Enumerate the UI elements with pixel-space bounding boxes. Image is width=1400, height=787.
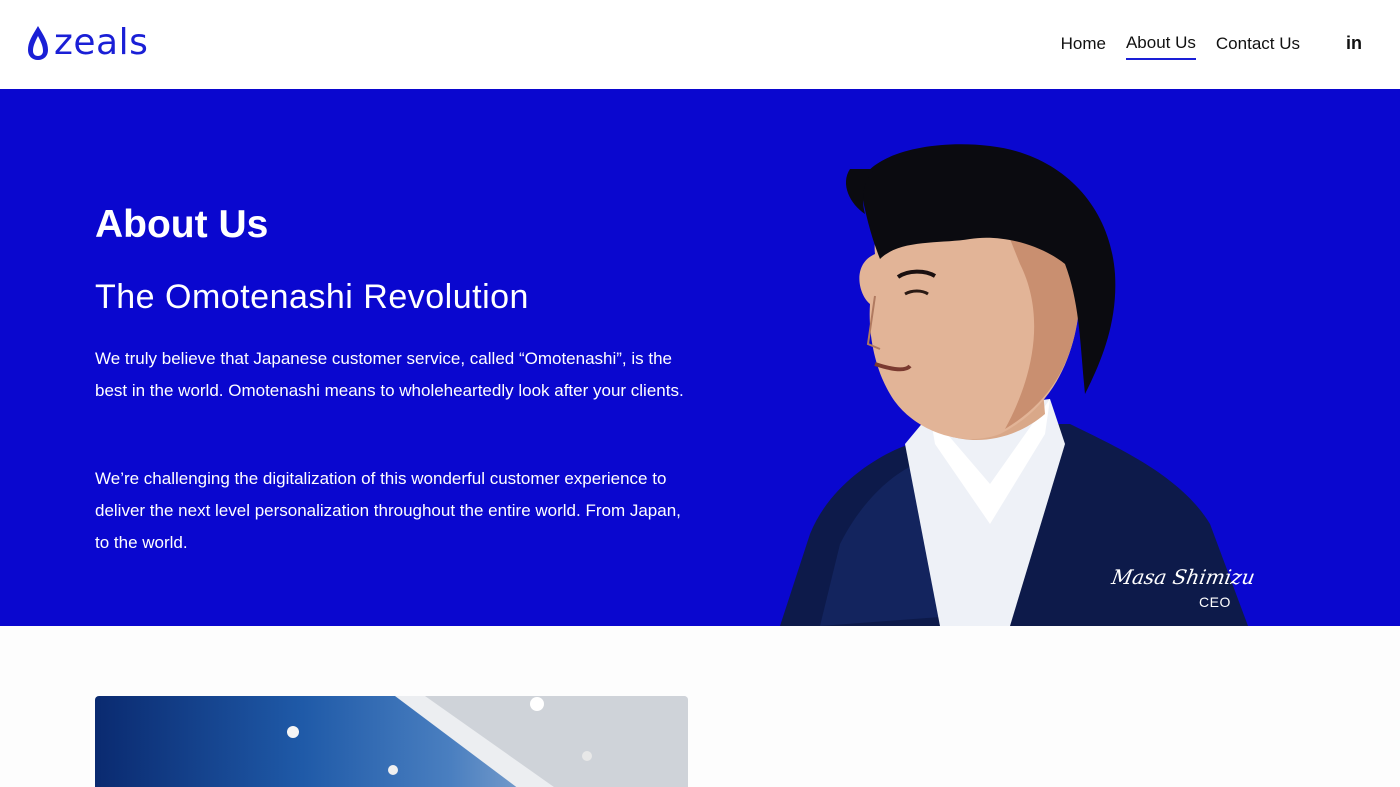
hero-subtitle: The Omotenashi Revolution [95, 278, 529, 316]
ceo-signature: Masa Shimizu [1109, 565, 1257, 589]
page: zeals Home About Us Contact Us in About … [0, 0, 1400, 787]
main-nav: Home About Us Contact Us [1061, 30, 1300, 60]
office-photo [95, 696, 688, 787]
ceo-portrait [780, 144, 1248, 626]
hero-section: About Us The Omotenashi Revolution We tr… [0, 89, 1400, 626]
linkedin-icon[interactable]: in [1346, 34, 1364, 52]
nav-about-us[interactable]: About Us [1125, 30, 1196, 60]
page-title: About Us [95, 203, 269, 246]
content-section [0, 626, 1400, 787]
logo-text: zeals [54, 22, 149, 63]
site-header: zeals Home About Us Contact Us in [0, 0, 1400, 89]
zeals-logo[interactable]: zeals [26, 22, 148, 64]
nav-home[interactable]: Home [1061, 31, 1106, 59]
ceo-title: CEO [1199, 594, 1231, 610]
nav-contact-us[interactable]: Contact Us [1216, 31, 1300, 59]
hero-paragraph-1: We truly believe that Japanese customer … [95, 349, 684, 400]
hero-paragraph-2: We’re challenging the digitalization of … [95, 469, 681, 552]
flame-icon [28, 26, 48, 60]
